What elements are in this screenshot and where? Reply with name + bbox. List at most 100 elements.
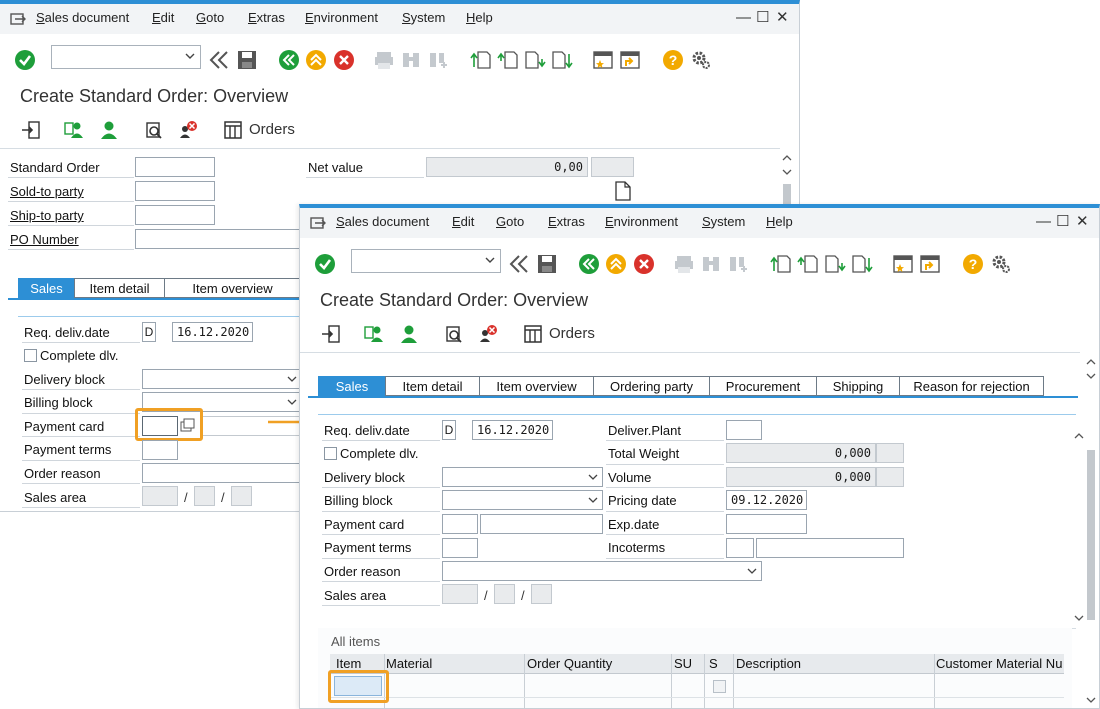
menu-icon[interactable] [310, 216, 326, 230]
col-material[interactable]: Material [386, 656, 432, 671]
orders-partner-icon[interactable] [64, 120, 84, 140]
close-button[interactable]: ✕ [776, 10, 789, 26]
remove-user-icon[interactable] [478, 324, 498, 344]
shortcut-icon[interactable] [920, 253, 942, 275]
find-icon[interactable] [700, 253, 722, 275]
back-icon[interactable] [578, 253, 600, 275]
req-deliv-date-input[interactable]: 16.12.2020 [472, 420, 553, 440]
payment-terms-input[interactable] [442, 538, 478, 558]
orders-partner-icon[interactable] [364, 324, 384, 344]
print-icon[interactable] [673, 253, 695, 275]
exp-date-input[interactable] [726, 514, 807, 534]
scroll-thumb[interactable] [1087, 450, 1095, 620]
incoterms-input[interactable] [726, 538, 754, 558]
menu-sales-document[interactable]: Sales document [36, 10, 129, 25]
user-icon[interactable] [99, 120, 119, 140]
delivery-block-dropdown[interactable] [442, 467, 603, 487]
orders-grid-icon[interactable] [523, 324, 543, 344]
next-page-icon[interactable] [524, 49, 546, 71]
orders-button[interactable]: Orders [249, 121, 295, 138]
menu-environment[interactable]: Environment [605, 214, 678, 229]
find-icon[interactable] [400, 49, 422, 71]
col-su[interactable]: SU [674, 656, 692, 671]
next-page-icon[interactable] [824, 253, 846, 275]
maximize-button[interactable]: ☐ [1056, 214, 1069, 230]
menu-sales-document[interactable]: Sales document [336, 214, 429, 229]
req-deliv-date-type[interactable]: D [142, 322, 156, 342]
shortcut-icon[interactable] [620, 49, 642, 71]
last-page-icon[interactable] [551, 49, 573, 71]
col-s[interactable]: S [709, 656, 718, 671]
first-page-icon[interactable] [770, 253, 792, 275]
double-chevron-left-icon[interactable] [208, 49, 230, 71]
menu-help[interactable]: Help [766, 214, 793, 229]
back-icon[interactable] [278, 49, 300, 71]
settings-gear-icon[interactable] [990, 253, 1012, 275]
command-field[interactable] [351, 249, 501, 273]
tab-item-detail[interactable]: Item detail [74, 278, 164, 298]
col-order-quantity[interactable]: Order Quantity [527, 656, 612, 671]
menu-system[interactable]: System [402, 10, 445, 25]
status-checkbox[interactable] [713, 680, 726, 693]
table-row[interactable] [330, 674, 1064, 698]
col-customer-material[interactable]: Customer Material Nu [936, 656, 1062, 671]
save-icon[interactable] [536, 253, 558, 275]
remove-user-icon[interactable] [178, 120, 198, 140]
double-chevron-left-icon[interactable] [508, 253, 530, 275]
tab-sales[interactable]: Sales [318, 376, 385, 396]
document-flow-icon[interactable] [144, 120, 164, 140]
tab-reason-for-rejection[interactable]: Reason for rejection [899, 376, 1044, 396]
sold-to-party-label[interactable]: Sold-to party [10, 184, 84, 199]
previous-page-icon[interactable] [497, 49, 519, 71]
col-item[interactable]: Item [336, 656, 361, 671]
exit-icon[interactable] [605, 253, 627, 275]
order-reason-dropdown[interactable] [142, 463, 302, 483]
scroll-up-icon[interactable] [781, 152, 793, 164]
display-document-icon[interactable] [21, 120, 41, 140]
minimize-button[interactable]: — [736, 10, 751, 26]
scroll-down-icon[interactable] [1085, 694, 1097, 706]
menu-system[interactable]: System [702, 214, 745, 229]
menu-edit[interactable]: Edit [452, 214, 474, 229]
payment-card-number-input[interactable] [480, 514, 603, 534]
minimize-button[interactable]: — [1036, 214, 1051, 230]
first-page-icon[interactable] [470, 49, 492, 71]
maximize-button[interactable]: ☐ [756, 10, 769, 26]
orders-button[interactable]: Orders [549, 325, 595, 342]
pricing-date-input[interactable]: 09.12.2020 [726, 490, 807, 510]
enter-check-icon[interactable] [14, 49, 36, 71]
menu-edit[interactable]: Edit [152, 10, 174, 25]
payment-card-input[interactable] [442, 514, 478, 534]
cancel-icon[interactable] [633, 253, 655, 275]
col-description[interactable]: Description [736, 656, 801, 671]
order-reason-dropdown[interactable] [442, 561, 762, 581]
help-icon[interactable]: ? [962, 253, 984, 275]
menu-extras[interactable]: Extras [248, 10, 285, 25]
last-page-icon[interactable] [851, 253, 873, 275]
cancel-icon[interactable] [333, 49, 355, 71]
payment-terms-input[interactable] [142, 440, 178, 460]
standard-order-input[interactable] [135, 157, 215, 177]
billing-block-dropdown[interactable] [442, 490, 603, 510]
delivery-block-dropdown[interactable] [142, 369, 302, 389]
tab-sales[interactable]: Sales [18, 278, 74, 298]
orders-grid-icon[interactable] [223, 120, 243, 140]
menu-icon[interactable] [10, 12, 26, 26]
find-next-icon[interactable] [427, 49, 449, 71]
tab-shipping[interactable]: Shipping [816, 376, 899, 396]
po-number-label[interactable]: PO Number [10, 232, 79, 247]
menu-environment[interactable]: Environment [305, 10, 378, 25]
document-icon[interactable] [614, 181, 632, 201]
display-document-icon[interactable] [321, 324, 341, 344]
scroll-up-icon[interactable] [1085, 356, 1097, 368]
main-scrollbar[interactable] [1084, 354, 1098, 708]
complete-dlv-checkbox[interactable] [24, 349, 37, 362]
document-flow-icon[interactable] [444, 324, 464, 344]
req-deliv-date-input[interactable]: 16.12.2020 [172, 322, 253, 342]
req-deliv-date-type[interactable]: D [442, 420, 456, 440]
complete-dlv-checkbox[interactable] [324, 447, 337, 460]
po-number-input[interactable] [135, 229, 305, 249]
enter-check-icon[interactable] [314, 253, 336, 275]
scroll-down-icon[interactable] [1085, 370, 1097, 382]
create-session-icon[interactable] [893, 253, 915, 275]
